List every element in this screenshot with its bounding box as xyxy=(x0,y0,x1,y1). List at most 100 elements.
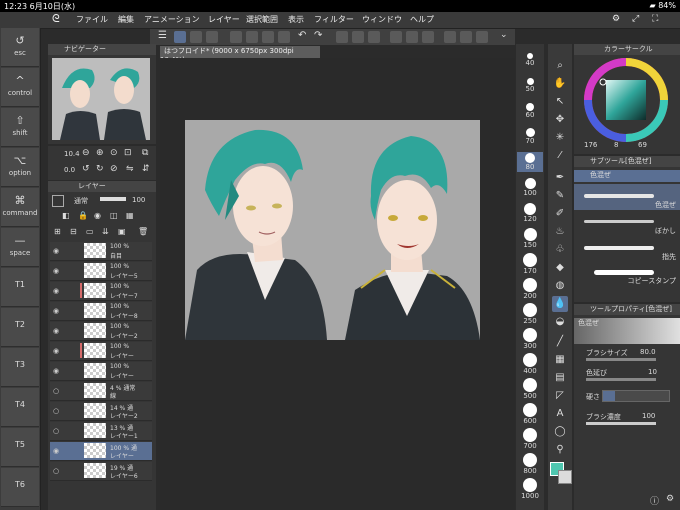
expand-icon[interactable]: ⛶ xyxy=(652,14,658,24)
new-vector-icon[interactable]: ⊟ xyxy=(70,227,77,236)
t5-button[interactable]: T5 xyxy=(1,428,39,467)
transform-icon[interactable] xyxy=(368,31,380,43)
layer-row[interactable]: ◉ 100 % レイヤー xyxy=(50,362,152,381)
layer-row[interactable]: ◉ 100 % レイヤー5 xyxy=(50,262,152,281)
density-slider[interactable] xyxy=(586,422,656,425)
operation-tool-icon[interactable]: ↖ xyxy=(552,94,568,110)
undo-icon[interactable]: ↶ xyxy=(298,30,306,41)
airbrush-tool-icon[interactable]: ♨ xyxy=(552,224,568,240)
visibility-eye-icon[interactable]: ○ xyxy=(53,467,59,475)
subtool-item-finger[interactable]: 指先 xyxy=(574,238,680,262)
blend-mode-select[interactable]: 通常 xyxy=(74,196,88,206)
brush-size-option[interactable]: 500 xyxy=(517,377,543,400)
bucket-tool-icon[interactable]: ◒ xyxy=(552,314,568,330)
brush-size-option[interactable]: 120 xyxy=(517,202,543,223)
menu-edit[interactable]: 編集 xyxy=(118,14,134,25)
menu-help[interactable]: ヘルプ xyxy=(410,14,434,25)
text-tool-icon[interactable]: A xyxy=(552,406,568,422)
menu-layer[interactable]: レイヤー xyxy=(208,14,240,25)
menu-animation[interactable]: アニメーション xyxy=(144,14,200,25)
open-file-icon[interactable] xyxy=(246,31,258,43)
settings-icon[interactable]: ⚙ xyxy=(612,14,620,24)
new-layer-icon[interactable]: ⊞ xyxy=(54,227,61,236)
brush-size-option[interactable]: 80 xyxy=(517,152,543,172)
select-tool-icon[interactable]: ✳ xyxy=(552,130,568,146)
fullscreen-icon[interactable]: ⤢ xyxy=(632,14,639,24)
app-logo-icon[interactable]: ᘓ xyxy=(52,12,60,26)
opacity-slider[interactable] xyxy=(100,197,126,201)
fill-tool-icon[interactable]: ◍ xyxy=(552,278,568,294)
fit-screen-icon[interactable]: ⊙ xyxy=(110,148,118,158)
t1-button[interactable]: T1 xyxy=(1,268,39,307)
new-file-icon[interactable] xyxy=(230,31,242,43)
layer-row[interactable]: ○ 19 % 通レイヤー6 xyxy=(50,462,152,481)
deselect-icon[interactable] xyxy=(390,31,402,43)
visibility-eye-icon[interactable]: ◉ xyxy=(53,347,59,355)
visibility-eye-icon[interactable]: ◉ xyxy=(53,287,59,295)
actual-size-icon[interactable]: ⊡ xyxy=(124,148,132,158)
space-button[interactable]: — space xyxy=(1,228,39,267)
brush-size-option[interactable]: 300 xyxy=(517,327,543,350)
invert-selection-icon[interactable] xyxy=(406,31,418,43)
new-folder-icon[interactable]: ▭ xyxy=(86,227,94,236)
layer-row[interactable]: ○ 4 % 通常線 xyxy=(50,382,152,401)
save-icon[interactable] xyxy=(262,31,274,43)
flip-icon[interactable]: ⧉ xyxy=(142,148,148,158)
zoom-in-icon[interactable]: ⊕ xyxy=(96,148,104,158)
subtool-item-blend[interactable]: 色混ぜ xyxy=(574,184,680,210)
layer-row[interactable]: ◉ 100 % 自目 xyxy=(50,242,152,261)
pen-tool-toggle-icon[interactable] xyxy=(174,31,186,43)
brush-size-option[interactable]: 100 xyxy=(517,177,543,197)
clear-icon[interactable] xyxy=(336,31,348,43)
visibility-eye-icon[interactable]: ○ xyxy=(53,427,59,435)
brush-size-option[interactable]: 200 xyxy=(517,277,543,300)
brush-size-value[interactable]: 80.0 xyxy=(640,348,656,356)
option-button[interactable]: ⌥ option xyxy=(1,148,39,187)
canvas-artwork[interactable] xyxy=(185,120,480,340)
reference-icon[interactable]: ◉ xyxy=(94,211,101,220)
layer-color-box[interactable] xyxy=(52,195,64,207)
brush-size-option[interactable]: 250 xyxy=(517,302,543,325)
density-value[interactable]: 100 xyxy=(642,412,655,420)
command-button[interactable]: ⌘ command xyxy=(1,188,39,227)
frame-tool-icon[interactable]: ▤ xyxy=(552,370,568,386)
visibility-eye-icon[interactable]: ◉ xyxy=(53,247,59,255)
navigator-preview[interactable] xyxy=(52,58,150,140)
balloon-tool-icon[interactable]: ◯ xyxy=(552,424,568,440)
record-icon[interactable] xyxy=(206,31,218,43)
zoom-tool-icon[interactable]: ⌕ xyxy=(552,58,568,74)
subtool-item-blur[interactable]: ぼかし xyxy=(574,212,680,236)
crop-icon[interactable] xyxy=(422,31,434,43)
gradient-tool-icon[interactable]: ▦ xyxy=(552,352,568,368)
export-icon[interactable] xyxy=(278,31,290,43)
flip-vertical-icon[interactable]: ⇵ xyxy=(142,164,150,174)
layer-row[interactable]: ◉ 100 % レイヤー2 xyxy=(50,322,152,341)
color-stretch-slider[interactable] xyxy=(586,378,656,381)
control-button[interactable]: ^ control xyxy=(1,68,39,107)
t4-button[interactable]: T4 xyxy=(1,388,39,427)
layer-row[interactable]: ◉ 100 % レイヤー8 xyxy=(50,302,152,321)
menu-file[interactable]: ファイル xyxy=(76,14,108,25)
mask-icon[interactable]: ◫ xyxy=(110,211,118,220)
shift-button[interactable]: ⇧ shift xyxy=(1,108,39,147)
pen-tool-icon[interactable]: ✒ xyxy=(552,170,568,186)
visibility-eye-icon[interactable]: ○ xyxy=(53,387,59,395)
menu-filter[interactable]: フィルター xyxy=(314,14,354,25)
pencil-tool-icon[interactable]: ✎ xyxy=(552,188,568,204)
brush-size-option[interactable]: 1000 xyxy=(517,477,543,500)
eyedropper-tool-icon[interactable]: ⁄ xyxy=(552,148,568,164)
brush-tool-icon[interactable]: ✐ xyxy=(552,206,568,222)
t2-button[interactable]: T2 xyxy=(1,308,39,347)
brush-size-option[interactable]: 700 xyxy=(517,427,543,450)
visibility-eye-icon[interactable]: ○ xyxy=(53,407,59,415)
menu-view[interactable]: 表示 xyxy=(288,14,304,25)
brush-size-option[interactable]: 400 xyxy=(517,352,543,375)
correction-tool-icon[interactable]: ⚲ xyxy=(552,442,568,458)
layer-row[interactable]: ◉ 100 % レイヤー xyxy=(50,342,152,361)
opacity-value[interactable]: 100 xyxy=(132,196,145,204)
visibility-eye-icon[interactable]: ◉ xyxy=(53,307,59,315)
decoration-tool-icon[interactable]: ♧ xyxy=(552,242,568,258)
move-layer-tool-icon[interactable]: ✥ xyxy=(552,112,568,128)
brush-size-option[interactable]: 60 xyxy=(517,102,543,122)
mask-add-icon[interactable]: ▣ xyxy=(118,227,126,236)
